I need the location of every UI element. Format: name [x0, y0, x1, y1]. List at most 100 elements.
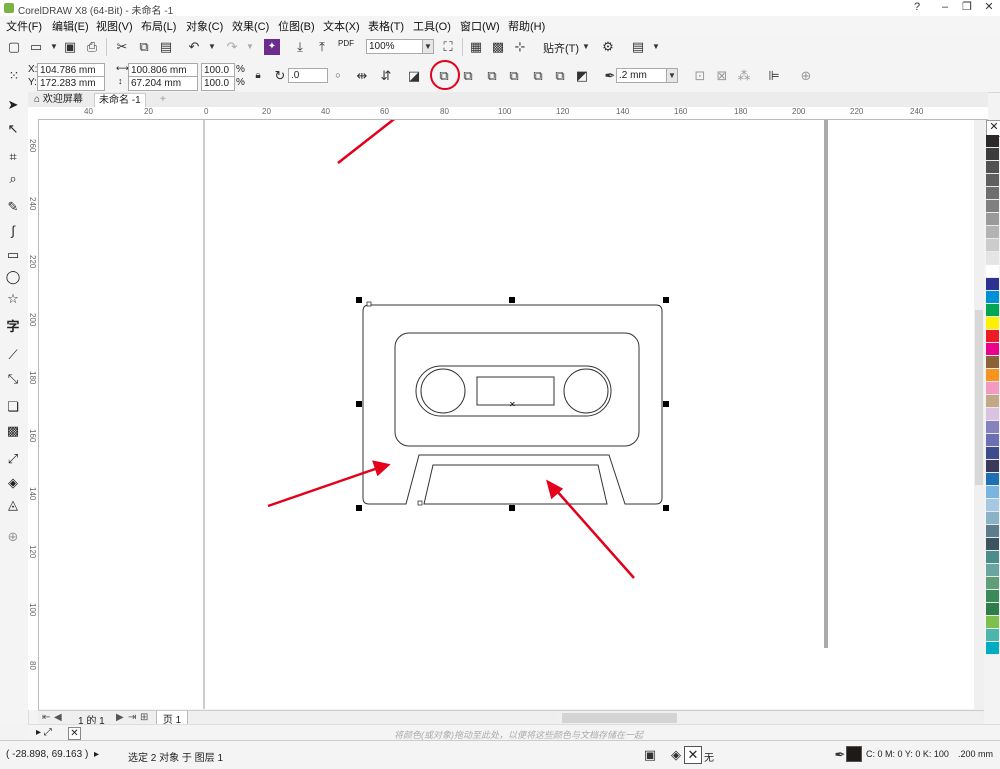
snap-to-menu[interactable]: 贴齐(T) — [543, 40, 579, 56]
zoom-level-field[interactable]: 100% — [366, 39, 426, 54]
freehand-tool-icon[interactable]: ✎ — [4, 198, 22, 216]
open-icon[interactable]: ▭ — [28, 39, 44, 55]
status-expand-icon[interactable]: ▸ — [94, 749, 99, 760]
color-proofing-icon[interactable]: ▣ — [642, 747, 658, 763]
options-gear-icon[interactable]: ⚙ — [600, 39, 616, 55]
color-swatch[interactable] — [986, 187, 999, 200]
color-swatch[interactable] — [986, 447, 999, 460]
color-swatch[interactable] — [986, 525, 999, 538]
redo-dropdown-icon[interactable]: ▼ — [242, 39, 258, 55]
import-icon[interactable]: ⤓ — [292, 39, 308, 55]
interactive-fill-tool-icon[interactable]: ◈ — [4, 474, 22, 492]
eyedropper-tool-icon[interactable]: ⤢ — [4, 450, 22, 468]
color-swatch[interactable] — [986, 161, 999, 174]
color-swatch[interactable] — [986, 148, 999, 161]
color-swatch[interactable] — [986, 460, 999, 473]
ellipse-tool-icon[interactable]: ◯ — [4, 268, 22, 286]
tab-document[interactable]: 未命名 -1 — [94, 93, 146, 107]
fill-none-swatch[interactable]: ✕ — [684, 746, 702, 764]
launcher-dropdown-icon[interactable]: ▼ — [648, 39, 664, 55]
connector-tool-icon[interactable]: ⤡ — [4, 370, 22, 388]
publish-pdf-icon[interactable]: PDF — [338, 39, 354, 48]
mirror-horizontal-icon[interactable]: ⇹ — [354, 68, 370, 84]
snap-dropdown-icon[interactable]: ▼ — [578, 39, 594, 55]
color-swatch[interactable] — [986, 408, 999, 421]
create-boundary-icon[interactable]: ◩ — [574, 68, 590, 84]
outline-color-swatch[interactable] — [846, 746, 862, 762]
y-position-field[interactable]: 172.283 mm — [37, 76, 105, 91]
paste-icon[interactable]: ▤ — [158, 39, 174, 55]
print-icon[interactable]: ⎙ — [84, 39, 100, 55]
save-icon[interactable]: ▣ — [62, 39, 78, 55]
menu-tools[interactable]: 工具(O) — [413, 18, 451, 34]
color-swatch[interactable] — [986, 200, 999, 213]
add-tool-icon[interactable]: ⊕ — [4, 528, 22, 546]
add-tab-button[interactable]: + — [156, 93, 170, 106]
color-swatch[interactable] — [986, 213, 999, 226]
color-swatch[interactable] — [986, 382, 999, 395]
next-page-icon[interactable]: ▶ — [116, 712, 124, 723]
first-page-icon[interactable]: ⇤ — [42, 712, 50, 723]
outline-width-field[interactable]: .2 mm — [616, 68, 668, 83]
smart-fill-tool-icon[interactable]: ◬ — [4, 496, 22, 514]
menu-bitmaps[interactable]: 位图(B) — [278, 18, 315, 34]
color-swatch[interactable] — [986, 252, 999, 265]
rectangle-tool-icon[interactable]: ▭ — [4, 246, 22, 264]
rotation-angle-field[interactable]: .0 — [288, 68, 328, 83]
color-swatch[interactable] — [986, 629, 999, 642]
color-swatch[interactable] — [986, 590, 999, 603]
copy-icon[interactable]: ⧉ — [136, 39, 152, 55]
color-swatch[interactable] — [986, 278, 999, 291]
polygon-tool-icon[interactable]: ☆ — [4, 290, 22, 308]
front-minus-back-icon[interactable]: ⧉ — [530, 68, 546, 84]
mirror-vertical-icon[interactable]: ⇵ — [378, 68, 394, 84]
palette-menu-icon[interactable]: ▸ ⤢ — [36, 727, 52, 738]
drawing-canvas[interactable]: ✕ — [39, 120, 983, 709]
cut-icon[interactable]: ✂ — [114, 39, 130, 55]
color-swatch[interactable] — [986, 174, 999, 187]
menu-view[interactable]: 视图(V) — [96, 18, 133, 34]
height-field[interactable]: 67.204 mm — [128, 76, 198, 91]
new-document-icon[interactable]: ▢ — [6, 39, 22, 55]
crop-tool-icon[interactable]: ⌗ — [4, 148, 22, 166]
color-swatch[interactable] — [986, 486, 999, 499]
color-swatch[interactable] — [986, 421, 999, 434]
zoom-dropdown-icon[interactable]: ▼ — [422, 39, 434, 54]
horizontal-scrollbar[interactable] — [558, 713, 978, 723]
previous-page-icon[interactable]: ◀ — [54, 712, 62, 723]
color-swatch[interactable] — [986, 395, 999, 408]
restore-button[interactable]: ❐ — [958, 0, 976, 14]
menu-layout[interactable]: 布局(L) — [141, 18, 176, 34]
add-page-icon[interactable]: ⊞ — [140, 712, 148, 723]
redo-icon[interactable]: ↷ — [224, 39, 240, 55]
color-swatch[interactable] — [986, 473, 999, 486]
color-swatch[interactable] — [986, 551, 999, 564]
object-origin-icon[interactable]: ⁙ — [6, 68, 22, 84]
minimize-button[interactable]: – — [936, 0, 954, 14]
no-color-doc-swatch[interactable]: ✕ — [68, 727, 81, 740]
color-swatch[interactable] — [986, 564, 999, 577]
color-swatch[interactable] — [986, 642, 999, 655]
full-screen-icon[interactable]: ⛶ — [440, 39, 456, 55]
color-swatch[interactable] — [986, 343, 999, 356]
help-window-button[interactable]: ? — [908, 0, 926, 14]
undo-dropdown-icon[interactable]: ▼ — [204, 39, 220, 55]
artistic-media-tool-icon[interactable]: ∫ — [4, 222, 22, 240]
menu-window[interactable]: 窗口(W) — [460, 18, 500, 34]
outline-width-dropdown-icon[interactable]: ▼ — [666, 68, 678, 83]
application-launcher-icon[interactable]: ▤ — [630, 39, 646, 55]
send-to-back-icon[interactable]: ⊠ — [714, 68, 730, 84]
menu-edit[interactable]: 编辑(E) — [52, 18, 89, 34]
horizontal-ruler[interactable]: 40 20 0 20 40 60 80 100 120 140 160 180 200 220 240 — [38, 107, 988, 120]
combine-icon[interactable]: ◪ — [406, 68, 422, 84]
export-icon[interactable]: ⤒ — [314, 39, 330, 55]
color-swatch[interactable] — [986, 538, 999, 551]
vertical-ruler[interactable]: 260 240 220 200 180 160 140 120 100 80 — [28, 119, 39, 710]
color-swatch[interactable] — [986, 512, 999, 525]
vertical-scroll-thumb[interactable] — [975, 310, 983, 485]
color-swatch[interactable] — [986, 304, 999, 317]
show-grid-icon[interactable]: ▩ — [490, 39, 506, 55]
simplify-icon[interactable]: ⧉ — [506, 68, 522, 84]
parallel-dimension-tool-icon[interactable]: ⟋ — [4, 346, 22, 364]
color-swatch[interactable] — [986, 226, 999, 239]
